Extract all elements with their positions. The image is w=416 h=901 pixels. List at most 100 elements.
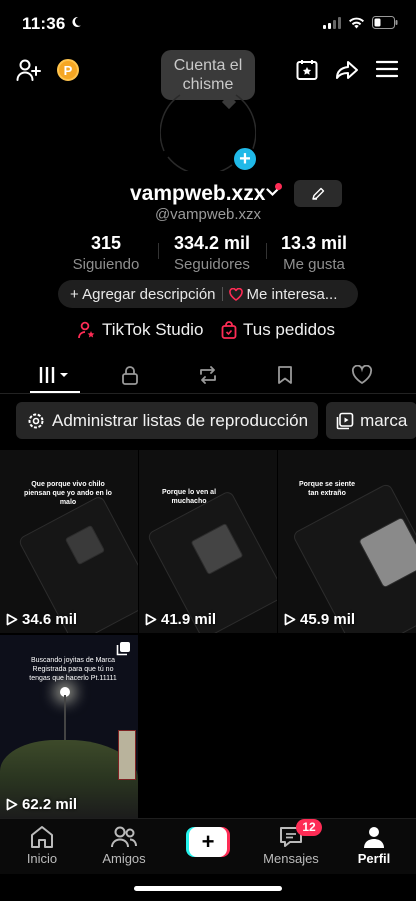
orders-label: Tus pedidos	[243, 320, 335, 339]
profile-icon	[364, 827, 384, 848]
add-user-icon	[16, 59, 41, 81]
sign	[118, 730, 136, 780]
interests-label: Me interesa...	[246, 285, 338, 303]
orders-link[interactable]: Tus pedidos	[221, 320, 335, 340]
view-count-label: 62.2 mil	[22, 796, 78, 813]
content-tabs	[0, 356, 416, 394]
notification-dot	[275, 183, 282, 190]
stats-divider	[158, 243, 159, 259]
lock-icon	[122, 365, 138, 385]
video-thumbnail[interactable]: Buscando joyitas de Marca Registrada par…	[0, 635, 138, 818]
view-count: 62.2 mil	[6, 796, 77, 813]
calendar-star-icon	[296, 60, 318, 80]
view-count: 45.9 mil	[284, 611, 355, 628]
status-time: 11:36	[22, 14, 66, 33]
signal-icon	[323, 16, 341, 29]
plus-icon: +	[189, 827, 227, 857]
video-caption: Porque se siente tan extraño	[298, 481, 356, 497]
video-caption: Buscando joyitas de Marca Registrada par…	[29, 657, 117, 682]
stats-divider	[266, 243, 267, 259]
video-thumbnail[interactable]: Porque lo ven al muchacho 41.9 mil	[139, 450, 277, 633]
hamburger-menu-icon	[376, 60, 398, 78]
interests-button[interactable]: Me interesa...	[228, 285, 338, 303]
coins-button[interactable]: P	[57, 59, 79, 81]
playlist-marca-label: marca	[360, 410, 408, 430]
battery-icon	[372, 16, 398, 29]
moon-icon	[72, 16, 81, 27]
friends-icon	[111, 826, 137, 848]
view-count-label: 41.9 mil	[161, 611, 217, 628]
bottom-navigation: Inicio Amigos + Mensajes 12 Perfil	[0, 818, 416, 874]
nav-friends[interactable]: Amigos	[84, 825, 164, 866]
active-tab-indicator	[30, 391, 80, 393]
tab-videos[interactable]	[14, 356, 94, 393]
grid-bars-icon	[39, 366, 68, 383]
pinned-icon	[116, 642, 130, 656]
profile-chips: + Agregar descripción Me interesa...	[58, 280, 358, 308]
video-caption: Porque lo ven al muchacho	[161, 489, 217, 505]
view-count: 41.9 mil	[145, 611, 216, 628]
playlist-marca-button[interactable]: marca	[326, 402, 416, 439]
home-icon	[31, 826, 53, 848]
pencil-icon	[312, 187, 325, 200]
username-row: vampweb.xzx	[0, 180, 416, 208]
coin-icon: P	[57, 59, 79, 81]
create-button[interactable]: +	[186, 827, 230, 857]
tab-saved[interactable]	[245, 356, 325, 393]
video-caption: Que porque vivo chilo piensan que yo and…	[24, 481, 112, 506]
tab-reposts[interactable]	[168, 356, 248, 393]
nav-profile-label: Perfil	[357, 851, 391, 866]
shopping-bag-icon	[221, 321, 237, 339]
heart-outline-icon	[228, 287, 243, 301]
nav-profile[interactable]: Perfil	[334, 825, 414, 866]
followers-label: Seguidores	[174, 256, 250, 273]
likes-count: 13.3 mil	[280, 233, 348, 253]
add-description-button[interactable]: + Agregar descripción	[70, 286, 216, 303]
playlist-icon	[336, 412, 354, 429]
calendar-button[interactable]	[295, 58, 319, 82]
video-thumbnail[interactable]: Porque se siente tan extraño 45.9 mil	[278, 450, 416, 633]
username[interactable]: vampweb.xzx	[130, 182, 265, 206]
stat-following[interactable]: 315 Siguiendo	[60, 233, 152, 273]
following-label: Siguiendo	[72, 256, 140, 273]
play-icon	[145, 613, 157, 626]
following-count: 315	[90, 233, 122, 253]
add-friend-button[interactable]	[16, 58, 42, 82]
stat-likes[interactable]: 13.3 mil Me gusta	[268, 233, 360, 273]
profile-stats: 315 Siguiendo 334.2 mil Seguidores 13.3 …	[60, 233, 360, 273]
heart-icon	[351, 364, 373, 384]
nav-friends-label: Amigos	[102, 851, 146, 866]
nav-home[interactable]: Inicio	[2, 825, 82, 866]
playlist-row: Administrar listas de reproducción marca	[16, 402, 416, 440]
view-count-label: 45.9 mil	[300, 611, 356, 628]
menu-button[interactable]	[376, 60, 398, 78]
repost-icon	[200, 365, 216, 384]
play-icon	[284, 613, 296, 626]
tiktok-studio-link[interactable]: TikTok Studio	[78, 320, 203, 340]
edit-profile-button[interactable]	[294, 180, 342, 207]
play-icon	[6, 613, 18, 626]
likes-label: Me gusta	[283, 256, 345, 273]
profile-links: TikTok Studio Tus pedidos	[0, 320, 416, 344]
wifi-icon	[349, 17, 364, 28]
tab-private[interactable]	[90, 356, 170, 393]
nav-home-label: Inicio	[26, 851, 58, 866]
share-button[interactable]	[335, 58, 359, 82]
view-count: 34.6 mil	[6, 611, 77, 628]
chip-divider	[221, 287, 223, 301]
studio-person-icon	[78, 321, 95, 339]
status-bar: 11:36	[0, 0, 416, 48]
video-thumbnail[interactable]: Que porque vivo chilo piensan que yo and…	[0, 450, 138, 633]
nav-inbox-label: Mensajes	[263, 851, 319, 866]
stat-followers[interactable]: 334.2 mil Seguidores	[162, 233, 262, 273]
tab-liked[interactable]	[322, 356, 402, 393]
view-count-label: 34.6 mil	[22, 611, 78, 628]
home-indicator	[134, 886, 282, 891]
manage-playlists-label: Administrar listas de reproducción	[52, 410, 309, 430]
tiktok-studio-label: TikTok Studio	[102, 320, 204, 339]
bookmark-icon	[278, 365, 292, 384]
user-handle: @vampweb.xzx	[154, 206, 262, 223]
play-icon	[6, 798, 18, 811]
add-avatar-button[interactable]: +	[232, 146, 258, 172]
manage-playlists-button[interactable]: Administrar listas de reproducción	[16, 402, 319, 439]
